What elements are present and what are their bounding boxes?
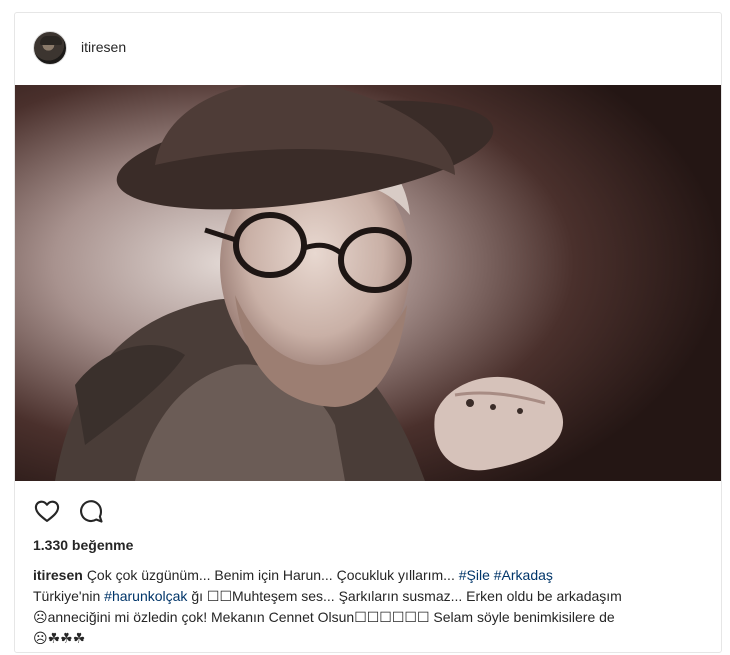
like-count[interactable]: 1.330 beğenme — [33, 537, 133, 553]
post-photo-illustration — [15, 85, 721, 481]
caption-line-2: Türkiye'nin #harunkolçak ğı ☐☐Muhteşem s… — [33, 586, 713, 607]
hashtag-harunkolcak[interactable]: #harunkolçak — [104, 588, 187, 604]
caption-text-2a: Türkiye'nin — [33, 588, 105, 604]
hashtag-sile[interactable]: #Şile — [459, 567, 490, 583]
instagram-post: itiresen 1.330 beğenme itiresen Çok çok … — [14, 12, 722, 653]
post-caption: itiresen Çok çok üzgünüm... Benim için Ha… — [33, 565, 713, 649]
caption-line-3: ☹anneciğini mi özledin çok! Mekanın Cenn… — [33, 609, 615, 625]
caption-text-1: Çok çok üzgünüm... Benim için Harun... Ç… — [86, 567, 459, 583]
heart-icon[interactable] — [33, 497, 61, 525]
caption-line-1: itiresen Çok çok üzgünüm... Benim için Ha… — [33, 565, 713, 586]
post-header: itiresen — [15, 13, 721, 85]
caption-username[interactable]: itiresen — [33, 567, 83, 583]
post-photo[interactable] — [15, 85, 721, 481]
hashtag-arkadas[interactable]: #Arkadaş — [494, 567, 553, 583]
post-actions — [33, 496, 105, 526]
avatar[interactable] — [33, 31, 67, 65]
caption-line-4: ☹☘☘☘ — [33, 630, 86, 646]
post-username[interactable]: itiresen — [81, 39, 126, 55]
comment-icon[interactable] — [77, 497, 105, 525]
caption-text-2b: ğı ☐☐Muhteşem ses... Şarkıların susmaz..… — [187, 588, 622, 604]
